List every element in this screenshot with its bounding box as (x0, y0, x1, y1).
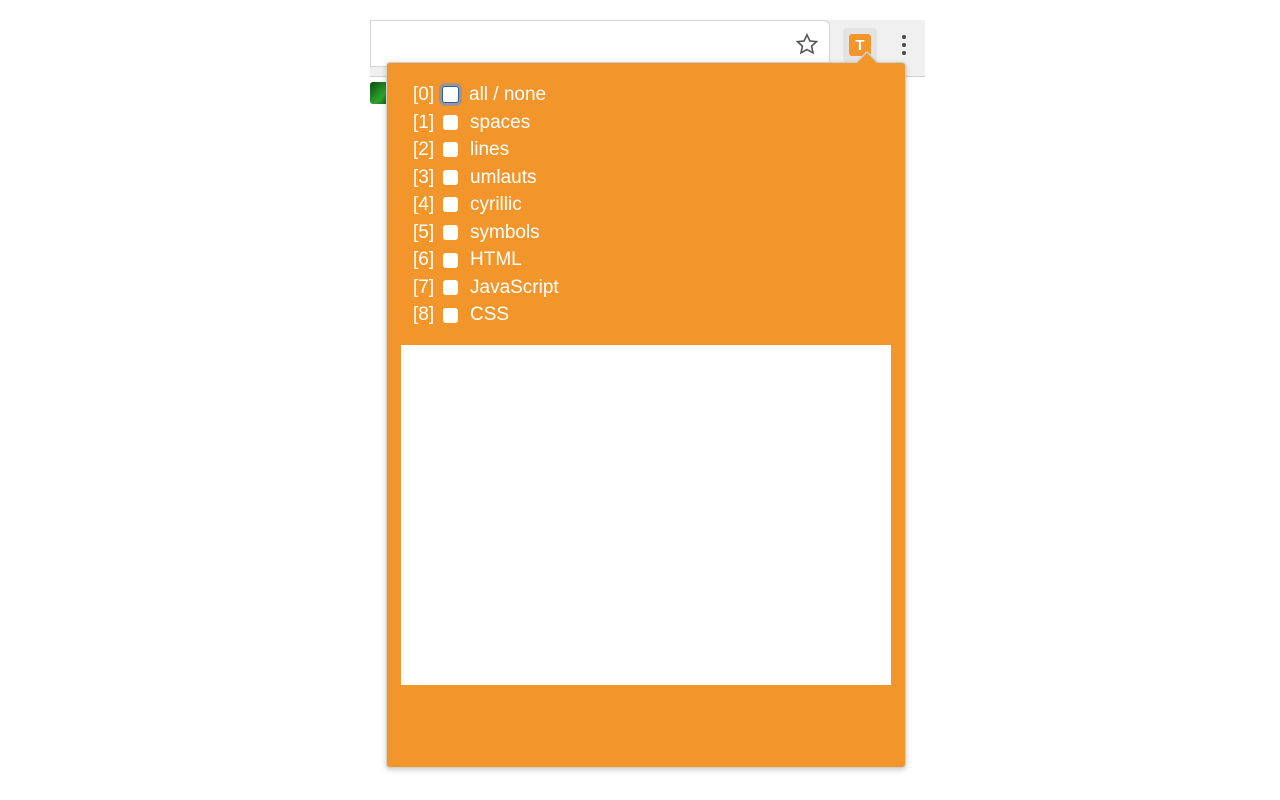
preview-area[interactable] (401, 345, 891, 685)
option-label[interactable]: all / none (469, 81, 546, 109)
option-index: [7] (413, 274, 443, 302)
checkbox-lines[interactable] (443, 142, 458, 157)
option-spaces: [1] spaces (413, 109, 893, 137)
option-javascript: [7] JavaScript (413, 274, 893, 302)
checkbox-spaces[interactable] (443, 115, 458, 130)
popup-pointer (857, 53, 877, 63)
option-label[interactable]: spaces (470, 109, 530, 137)
option-index: [5] (413, 219, 443, 247)
option-index: [8] (413, 301, 443, 329)
option-cyrillic: [4] cyrillic (413, 191, 893, 219)
bookmark-star-icon[interactable] (795, 32, 819, 56)
option-index: [3] (413, 164, 443, 192)
option-index: [6] (413, 246, 443, 274)
option-index: [1] (413, 109, 443, 137)
option-label[interactable]: umlauts (470, 164, 537, 192)
checkbox-all-none[interactable] (442, 86, 459, 103)
option-all-none: [0] all / none (413, 81, 893, 109)
option-lines: [2] lines (413, 136, 893, 164)
option-label[interactable]: lines (470, 136, 509, 164)
option-index: [0] (413, 81, 443, 109)
checkbox-umlauts[interactable] (443, 170, 458, 185)
checkbox-html[interactable] (443, 253, 458, 268)
option-index: [4] (413, 191, 443, 219)
checkbox-symbols[interactable] (443, 225, 458, 240)
omnibox[interactable] (370, 20, 830, 67)
browser-menu-icon[interactable] (894, 33, 914, 57)
checkbox-javascript[interactable] (443, 280, 458, 295)
option-html: [6] HTML (413, 246, 893, 274)
option-index: [2] (413, 136, 443, 164)
option-label[interactable]: HTML (470, 246, 522, 274)
checkbox-css[interactable] (443, 308, 458, 323)
option-css: [8] CSS (413, 301, 893, 329)
option-label[interactable]: JavaScript (470, 274, 559, 302)
option-label[interactable]: CSS (470, 301, 509, 329)
option-symbols: [5] symbols (413, 219, 893, 247)
options-list: [0] all / none [1] spaces [2] lines [3] … (387, 63, 905, 333)
option-umlauts: [3] umlauts (413, 164, 893, 192)
checkbox-cyrillic[interactable] (443, 197, 458, 212)
extension-popup: [0] all / none [1] spaces [2] lines [3] … (386, 62, 906, 768)
option-label[interactable]: cyrillic (470, 191, 522, 219)
option-label[interactable]: symbols (470, 219, 540, 247)
